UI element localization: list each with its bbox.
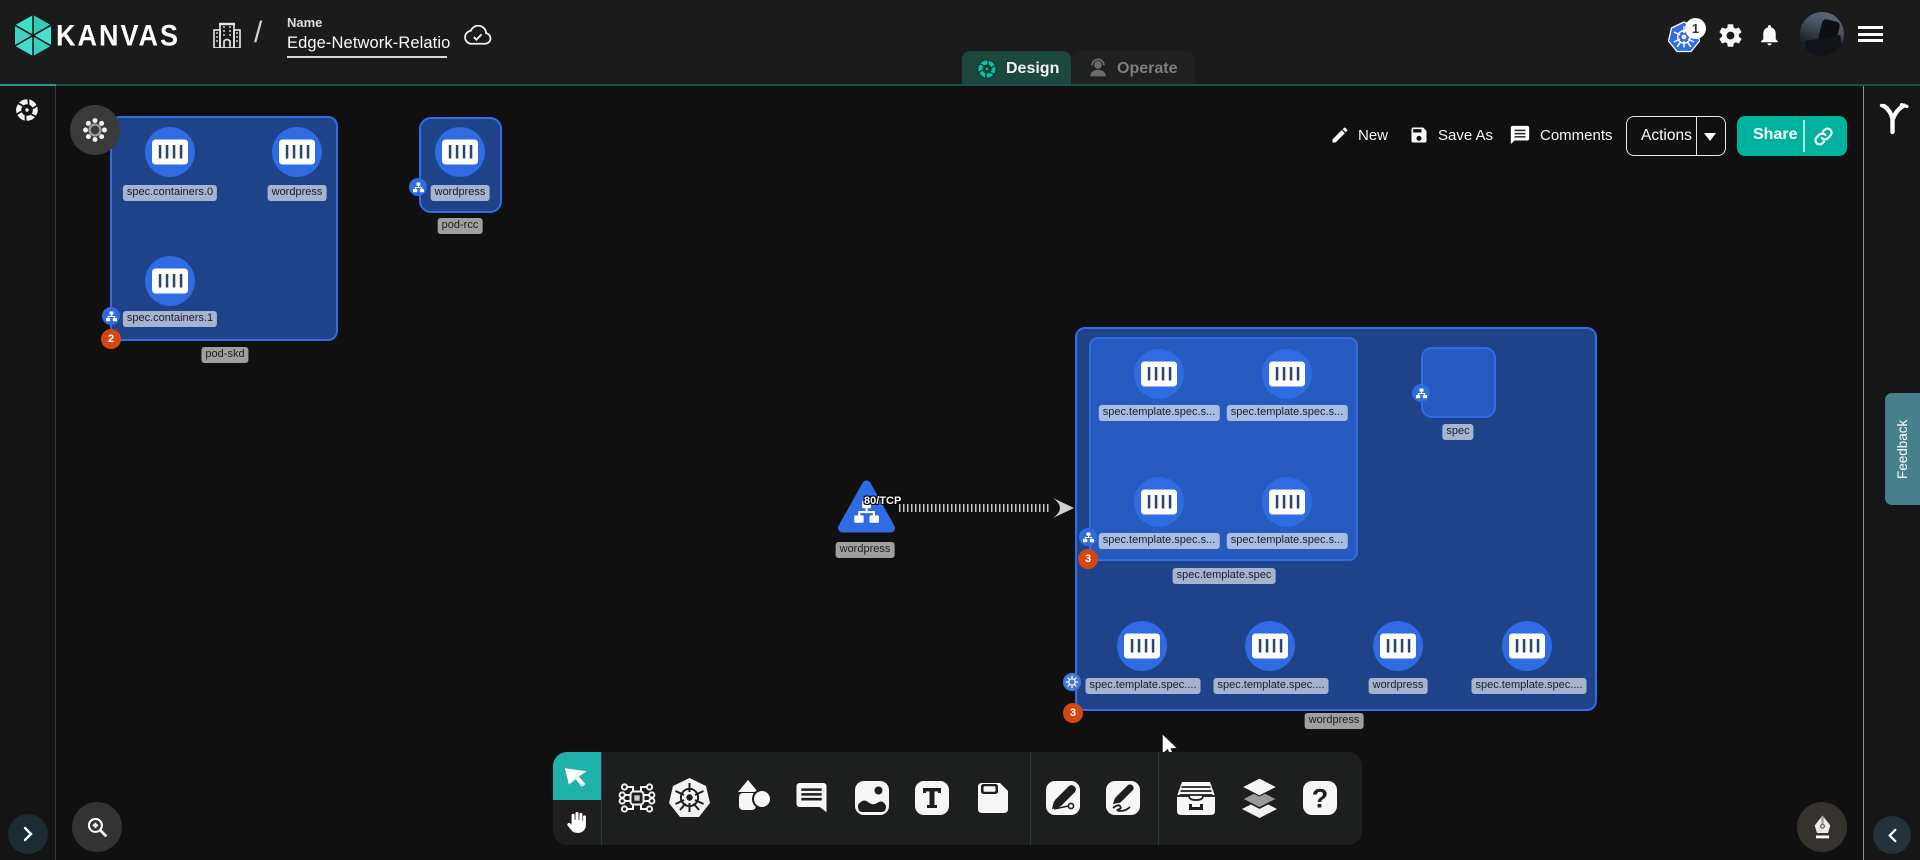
svg-text:?: ? [1312,784,1329,814]
